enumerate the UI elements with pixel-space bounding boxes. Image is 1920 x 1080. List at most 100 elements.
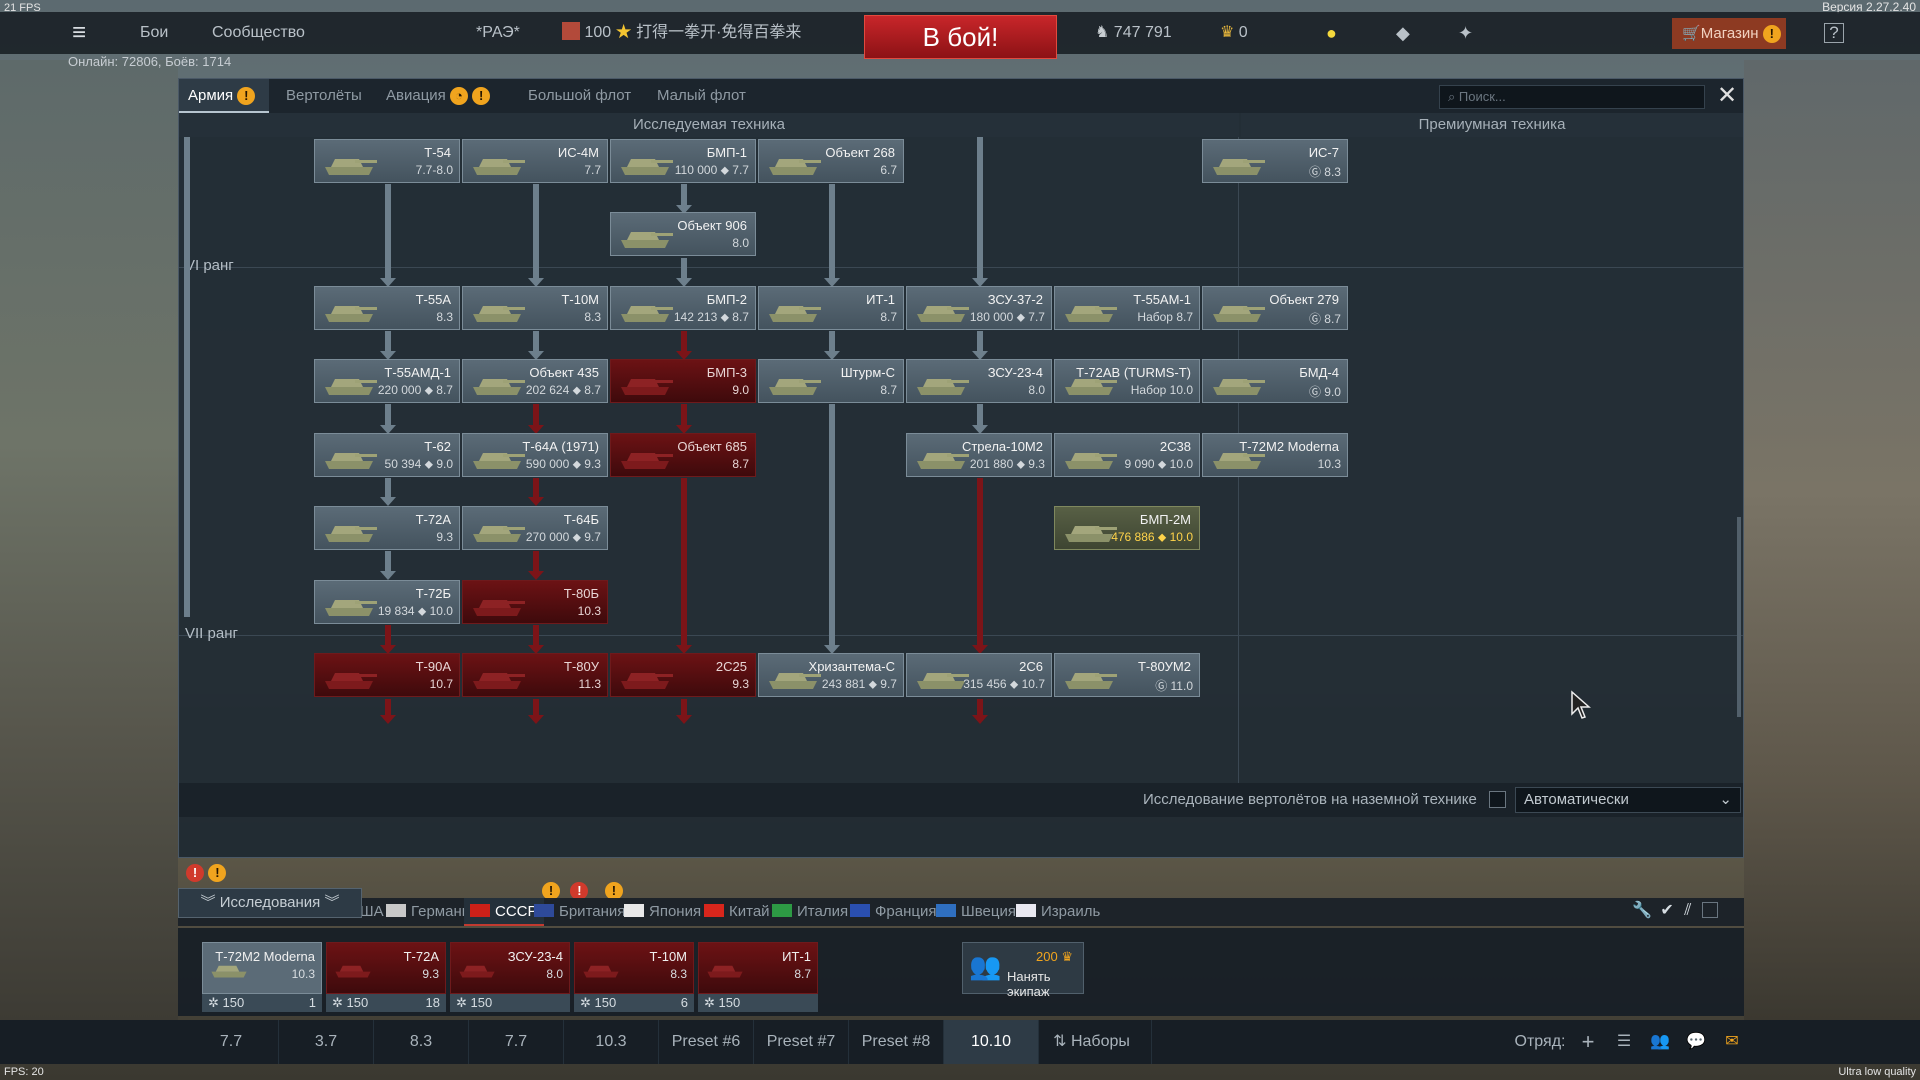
to-battle-button[interactable]: В бой! bbox=[864, 15, 1057, 59]
vehicle-card[interactable]: Т-90А 10.7 bbox=[314, 653, 460, 697]
nation-tab[interactable]: Франция bbox=[844, 898, 942, 926]
vehicle-card[interactable]: 2С38 9 090 ⬥ 10.0 bbox=[1054, 433, 1200, 477]
warning-icon: ! bbox=[237, 87, 256, 106]
vehicle-card[interactable]: Т-64А (1971) 590 000 ⬥ 9.3 bbox=[462, 433, 608, 477]
vehicle-card[interactable]: ИС-7 Ⓖ 8.3 bbox=[1202, 139, 1348, 183]
chat-icon[interactable]: 💬 bbox=[1678, 1020, 1714, 1064]
close-icon[interactable]: ✕ bbox=[1715, 83, 1739, 109]
preset-button[interactable]: 7.7 bbox=[469, 1020, 564, 1064]
nation-tab[interactable]: Израиль bbox=[1010, 898, 1106, 926]
vehicle-card[interactable]: Объект 279 Ⓖ 8.7 bbox=[1202, 286, 1348, 330]
vehicle-card[interactable]: Объект 906 8.0 bbox=[610, 212, 756, 256]
nation-tab[interactable]: Италия bbox=[766, 898, 854, 926]
nation-tab[interactable]: Швеция bbox=[930, 898, 1022, 926]
vehicle-card[interactable]: БМП-2 142 213 ⬥ 8.7 bbox=[610, 286, 756, 330]
battles-menu[interactable]: Бои bbox=[140, 12, 168, 54]
vehicle-card[interactable]: Т-72Б 19 834 ⬥ 10.0 bbox=[314, 580, 460, 624]
nation-tab[interactable]: Япония bbox=[618, 898, 707, 926]
vehicle-card[interactable]: Хризантема-С 243 881 ⬥ 9.7 bbox=[758, 653, 904, 697]
tab-army[interactable]: Армия ! bbox=[179, 79, 269, 113]
vehicle-card[interactable]: Т-72АВ (TURMS-T) Набор 10.0 bbox=[1054, 359, 1200, 403]
vehicle-card[interactable]: Т-55АМ-1 Набор 8.7 bbox=[1054, 286, 1200, 330]
vehicle-card[interactable]: Т-80УМ2 Ⓖ 11.0 bbox=[1054, 653, 1200, 697]
shop-button[interactable]: 🛒Магазин ! bbox=[1672, 18, 1786, 49]
warning-icon[interactable]: ! bbox=[208, 864, 227, 882]
nation-label: Япония bbox=[649, 903, 702, 920]
friends-icon[interactable]: 👥 bbox=[1642, 1020, 1678, 1064]
vehicle-card[interactable]: 2С6 315 456 ⬥ 10.7 bbox=[906, 653, 1052, 697]
squad-tag[interactable]: *РАЭ* bbox=[476, 12, 520, 54]
preset-button[interactable]: Preset #8 bbox=[849, 1020, 944, 1064]
tab-bluewater-fleet[interactable]: Большой флот bbox=[528, 79, 631, 113]
preset-button[interactable]: 10.3 bbox=[564, 1020, 659, 1064]
preset-button[interactable]: 8.3 bbox=[374, 1020, 469, 1064]
tab-aviation[interactable]: Авиация ◔ ! bbox=[386, 79, 491, 113]
community-menu[interactable]: Сообщество bbox=[212, 12, 305, 54]
vehicle-card[interactable]: 2С25 9.3 bbox=[610, 653, 756, 697]
vehicle-card[interactable]: БМП-2М 476 886 ⬥ 10.0 bbox=[1054, 506, 1200, 550]
decal-slash-icon[interactable]: ⫽ bbox=[1684, 902, 1691, 919]
crew-slot[interactable]: ЗСУ-23-4 8.0 bbox=[450, 942, 570, 994]
timer-icon: ◔ bbox=[449, 87, 468, 106]
coupon-icon[interactable]: ✦ bbox=[1458, 12, 1473, 54]
crew-slot[interactable]: Т-72М2 Moderna 10.3 bbox=[202, 942, 322, 994]
list-icon[interactable]: ☰ bbox=[1606, 1020, 1642, 1064]
preset-button[interactable]: 7.7 bbox=[184, 1020, 279, 1064]
scrollbar[interactable] bbox=[1737, 517, 1741, 717]
golden-eagles[interactable]: ♛ 0 bbox=[1220, 12, 1248, 54]
vehicle-card[interactable]: ЗСУ-37-2 180 000 ⬥ 7.7 bbox=[906, 286, 1052, 330]
preset-button[interactable]: 3.7 bbox=[279, 1020, 374, 1064]
square-icon[interactable] bbox=[1701, 902, 1718, 918]
preset-button[interactable]: 10.10 bbox=[944, 1020, 1039, 1064]
vehicle-card[interactable]: Т-55АМД-1 220 000 ⬥ 8.7 bbox=[314, 359, 460, 403]
vehicle-card[interactable]: Объект 685 8.7 bbox=[610, 433, 756, 477]
check-icon[interactable]: ✔ bbox=[1660, 902, 1673, 919]
vehicle-card[interactable]: Объект 435 202 624 ⬥ 8.7 bbox=[462, 359, 608, 403]
vehicle-card[interactable]: Штурм-С 8.7 bbox=[758, 359, 904, 403]
nation-tab[interactable]: Китай bbox=[698, 898, 776, 926]
vehicle-card[interactable]: ИТ-1 8.7 bbox=[758, 286, 904, 330]
research-button[interactable]: ︾ Исследования ︾ bbox=[178, 888, 362, 918]
vehicle-card[interactable]: Т-55А 8.3 bbox=[314, 286, 460, 330]
vehicle-card[interactable]: БМП-3 9.0 bbox=[610, 359, 756, 403]
hamburger-icon[interactable]: ≡ bbox=[72, 12, 86, 54]
crew-slot[interactable]: ИТ-1 8.7 bbox=[698, 942, 818, 994]
tab-coastal-fleet[interactable]: Малый флот bbox=[657, 79, 746, 113]
vehicle-card[interactable]: Т-80У 11.3 bbox=[462, 653, 608, 697]
add-squad-icon[interactable]: + bbox=[1570, 1020, 1606, 1064]
vehicle-card[interactable]: ИС-4М 7.7 bbox=[462, 139, 608, 183]
preset-button[interactable]: Preset #7 bbox=[754, 1020, 849, 1064]
vehicle-card[interactable]: Т-10М 8.3 bbox=[462, 286, 608, 330]
promo-banner[interactable]: 100 ★ 打得一拳开·免得百拳来 bbox=[562, 12, 801, 54]
auto-select-dropdown[interactable]: Автоматически ⌄ bbox=[1515, 787, 1741, 813]
alert-icon[interactable]: ! bbox=[186, 864, 204, 882]
vehicle-card[interactable]: Т-54 7.7-8.0 bbox=[314, 139, 460, 183]
vehicle-card[interactable]: Объект 268 6.7 bbox=[758, 139, 904, 183]
vehicle-card[interactable]: ЗСУ-23-4 8.0 bbox=[906, 359, 1052, 403]
vehicle-card[interactable]: Т-64Б 270 000 ⬥ 9.7 bbox=[462, 506, 608, 550]
mail-icon[interactable]: ✉ bbox=[1714, 1020, 1750, 1064]
crew-slot[interactable]: Т-10М 8.3 bbox=[574, 942, 694, 994]
vehicle-card[interactable]: Т-72М2 Moderna 10.3 bbox=[1202, 433, 1348, 477]
vehicle-card[interactable]: Т-80Б 10.3 bbox=[462, 580, 608, 624]
vehicle-card[interactable]: Т-62 50 394 ⬥ 9.0 bbox=[314, 433, 460, 477]
heli-research-checkbox[interactable] bbox=[1489, 791, 1506, 808]
crew-slot[interactable]: Т-72А 9.3 bbox=[326, 942, 446, 994]
help-icon[interactable]: ? bbox=[1824, 23, 1844, 43]
tab-helicopters[interactable]: Вертолёты bbox=[286, 79, 362, 113]
vehicle-card[interactable]: Стрела-10М2 201 880 ⬥ 9.3 bbox=[906, 433, 1052, 477]
preset-button[interactable]: Preset #6 bbox=[659, 1020, 754, 1064]
search-input[interactable]: ⌕ Поиск... bbox=[1439, 85, 1705, 109]
vehicle-name: Т-55АМД-1 bbox=[384, 365, 451, 380]
wrench-icon[interactable]: 🔧 bbox=[1632, 902, 1652, 919]
vehicle-card[interactable]: БМД-4 Ⓖ 9.0 bbox=[1202, 359, 1348, 403]
vehicle-card[interactable]: Т-72А 9.3 bbox=[314, 506, 460, 550]
decal-icon[interactable]: ◆ bbox=[1396, 12, 1410, 54]
vehicle-name: Стрела-10М2 bbox=[961, 439, 1043, 454]
arrow-down-icon bbox=[676, 715, 692, 724]
hire-crew-button[interactable]: 👥 200 ♛ Нанять экипаж bbox=[962, 942, 1084, 999]
lightbulb-icon[interactable]: ● bbox=[1326, 12, 1337, 54]
nation-tab[interactable]: Британия bbox=[528, 898, 631, 926]
sets-button[interactable]: ⇅ Наборы bbox=[1032, 1020, 1152, 1064]
vehicle-card[interactable]: БМП-1 110 000 ⬥ 7.7 bbox=[610, 139, 756, 183]
